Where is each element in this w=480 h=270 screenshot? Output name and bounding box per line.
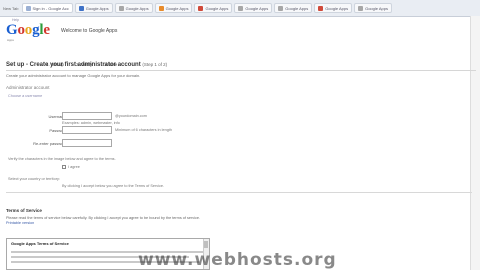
confirm-password-input[interactable]	[62, 139, 112, 147]
page-title: Set up - Create your first administrator…	[6, 62, 472, 68]
logo-letter: o	[17, 22, 25, 38]
tab-favicon-icon	[118, 5, 124, 11]
main-content: Set up - Create your first administrator…	[6, 62, 472, 90]
page-tagline: Welcome to Google Apps	[61, 28, 118, 34]
agreement-text: Verify the characters in the image below…	[8, 157, 116, 161]
agree-checkbox-label: I agree	[68, 165, 80, 169]
tab-favicon-icon	[318, 5, 324, 11]
username-hint: Examples: admin, webmaster, info	[62, 121, 120, 125]
divider	[6, 192, 472, 193]
tab-favicon-icon	[198, 5, 204, 11]
tab-favicon-icon	[358, 5, 364, 11]
intro-text: Create your administrator account to man…	[6, 73, 141, 78]
confirm-password-label: Re-enter password:	[33, 141, 68, 146]
section-heading: Administrator account	[6, 85, 50, 90]
browser-tab-5[interactable]: Google Apps	[234, 3, 273, 13]
terms-section: Terms of Service Please read the terms o…	[6, 208, 472, 270]
tab-label: Google Apps	[285, 5, 309, 11]
browser-tab-3[interactable]: Google Apps	[154, 3, 193, 13]
tab-label: Google Apps	[205, 5, 229, 11]
browser-tab-7[interactable]: Google Apps	[314, 3, 353, 13]
password-note: Minimum of 6 characters in length	[115, 128, 172, 132]
tab-label: Google Apps	[325, 5, 349, 11]
tab-favicon-icon	[158, 5, 164, 11]
password-label: Password:	[49, 128, 68, 133]
terms-heading: Terms of Service	[6, 208, 42, 213]
tab-label: Google Apps	[125, 5, 149, 11]
terms-box-title: Google Apps Terms of Service	[11, 241, 69, 246]
tab-label: Sign in - Google Acc	[32, 5, 69, 11]
tab-label: Google Apps	[245, 5, 269, 11]
password-input[interactable]	[62, 126, 112, 134]
extra-note: By clicking I accept below you agree to …	[62, 184, 165, 188]
tab-label: Google Apps	[365, 5, 388, 11]
logo-letter: o	[24, 22, 33, 38]
agree-checkbox[interactable]	[62, 165, 66, 169]
tab-label: Google Apps	[85, 5, 109, 11]
section-subheading: Choose a username	[8, 94, 43, 98]
browser-tab-bar: New Tab Sign in - Google Acc Google Apps…	[0, 0, 480, 17]
browser-tab-8[interactable]: Google Apps	[354, 3, 392, 13]
google-logo[interactable]: Google	[6, 22, 50, 39]
tab-label: Google Apps	[165, 5, 189, 11]
printable-version-link[interactable]: Printable version	[6, 221, 472, 225]
browser-tab-2[interactable]: Google Apps	[114, 3, 153, 13]
page-title-step: (Step 1 of 2)	[142, 62, 168, 67]
new-tab-label[interactable]: New Tab	[0, 6, 22, 11]
username-input[interactable]	[62, 112, 112, 120]
page-header: Help Google Apps Welcome to Google Apps …	[6, 18, 476, 71]
username-domain-note: @yourdomain.com	[115, 114, 147, 118]
browser-tab-1[interactable]: Google Apps	[74, 3, 113, 13]
browser-tab-0[interactable]: Sign in - Google Acc	[21, 3, 73, 13]
scroll-thumb[interactable]	[204, 241, 208, 248]
logo-letter: e	[43, 22, 50, 38]
watermark: www.webhosts.org	[138, 250, 337, 270]
logo-letter: G	[6, 22, 18, 38]
browser-tab-4[interactable]: Google Apps	[194, 3, 233, 13]
page-title-text: Set up - Create your first administrator…	[6, 62, 141, 68]
browser-tab-6[interactable]: Google Apps	[274, 3, 313, 13]
tab-favicon-icon	[238, 5, 244, 11]
username-label: Username:	[48, 114, 68, 119]
logo-subtitle: Apps	[7, 38, 14, 42]
tab-favicon-icon	[78, 5, 84, 11]
tab-favicon-icon	[278, 5, 284, 11]
tab-favicon-icon	[25, 5, 31, 11]
extra-line: Select your country or territory:	[8, 177, 60, 181]
